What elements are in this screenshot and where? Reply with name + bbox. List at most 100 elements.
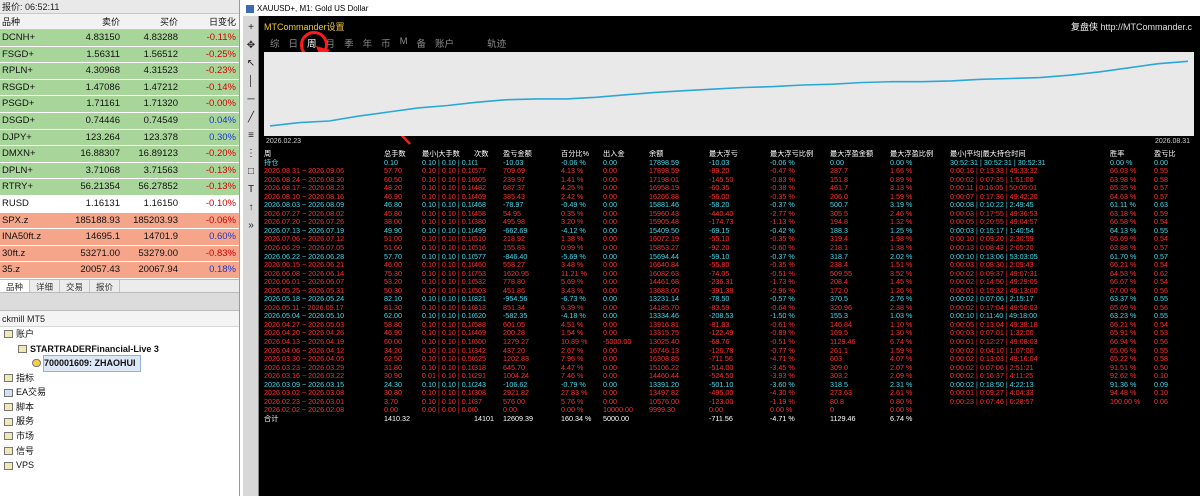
ask-price: 4.31523 <box>143 65 178 77</box>
text-icon[interactable]: T <box>245 184 257 196</box>
stats-cell: 5000.00 <box>603 414 629 423</box>
tab-ticks[interactable]: 报价 <box>90 279 121 292</box>
navigator-item-label: 服务 <box>16 416 35 427</box>
stats-cell: 0.00 <box>603 355 617 364</box>
chart-area[interactable]: MTCommander设置 复盘侠 http://MTCommander.c 综… <box>260 16 1200 496</box>
stats-cell: 最大浮亏 <box>709 150 738 158</box>
stats-cell: 94.48 % <box>1110 389 1137 398</box>
stats-cell: -145.50 <box>709 175 734 184</box>
market-watch-row[interactable]: DCNH+ 4.83150 4.83288 -0.11% <box>0 30 239 47</box>
stats-cell: 0.55 <box>1154 346 1168 355</box>
channel-icon[interactable]: ≡ <box>245 130 257 142</box>
stats-cell: 0.10 | 0.10 | 0.10 <box>422 278 474 287</box>
navigator-item[interactable]: 账户 <box>0 327 239 342</box>
market-watch-row[interactable]: 30ft.z 53271.00 53279.00 -0.83% <box>0 245 239 263</box>
stats-cell: 0.10 | 0.10 | 0.10 <box>422 338 474 347</box>
col-symbol[interactable]: 品种 <box>0 14 64 29</box>
daily-change: -0.13% <box>205 181 236 193</box>
stats-cell: 155.83 <box>503 244 525 253</box>
stats-cell: 57.70 <box>384 167 402 176</box>
col-change[interactable]: 日变化 <box>182 14 239 29</box>
stats-cell: 0.00 % <box>770 406 793 415</box>
market-watch-row[interactable]: FSGD+ 1.56311 1.56512 -0.25% <box>0 46 239 64</box>
stats-cell: 80.8 <box>830 397 844 406</box>
market-watch-row[interactable]: RUSD 1.16131 1.16150 -0.10% <box>0 195 239 213</box>
market-watch-row[interactable]: SPX.z 185188.93 185203.93 -0.06% <box>0 212 239 230</box>
stats-cell: 0.00 % <box>890 158 913 167</box>
tab-trading[interactable]: 交易 <box>60 279 91 292</box>
daily-change: -0.00% <box>205 98 236 110</box>
stats-cell: 0.57 <box>1154 252 1168 261</box>
stats-cell: -83.59 <box>709 303 730 312</box>
cursor-icon[interactable]: ↖ <box>245 58 257 70</box>
daily-change: -0.23% <box>205 65 236 77</box>
ask-price: 16.89123 <box>138 148 178 160</box>
tab-details[interactable]: 详细 <box>30 279 61 292</box>
stats-cell: 0.56 <box>1154 286 1168 295</box>
navigator-item[interactable]: 信号 <box>0 444 239 459</box>
navigator-item[interactable]: 700001609: ZHAOHUI <box>0 355 239 372</box>
arrow-icon[interactable]: ↑ <box>245 202 257 214</box>
stats-cell: 27.83 % <box>561 389 588 398</box>
market-watch-row[interactable]: RSGD+ 1.47086 1.47212 -0.14% <box>0 79 239 97</box>
col-ask[interactable]: 买价 <box>124 14 182 29</box>
stats-cell: 2026.03.02 ~ 2026.03.08 <box>264 389 345 398</box>
stats-cell: 1279.27 <box>503 338 529 347</box>
stats-cell: 2026.05.25 ~ 2026.05.31 <box>264 286 345 295</box>
market-watch-row[interactable]: DMXN+ 16.88307 16.89123 -0.20% <box>0 146 239 163</box>
stats-cell: 0.00 <box>603 372 617 381</box>
market-watch-row[interactable]: DSGD+ 0.74446 0.74549 0.04% <box>0 112 239 130</box>
stats-cell: 460 <box>474 261 486 270</box>
stats-cell: 1.26 % <box>890 286 913 295</box>
stats-cell: 0.10 | 0.10 | 0.10 <box>422 209 474 218</box>
stats-cell: 0:00:16 | 0:13:33 | 49:33:32 <box>950 167 1038 176</box>
navigator-item[interactable]: 市场 <box>0 429 239 444</box>
stats-row: 2026.04.13 ~ 2026.04.19 60.00 0.10 | 0.10 … <box>264 338 1194 347</box>
stats-cell: 10.89 % <box>561 338 588 347</box>
crosshair-icon[interactable]: + <box>245 22 257 34</box>
stats-row: 2026.08.17 ~ 2026.08.23 48.20 0.10 | 0.10 … <box>264 184 1194 193</box>
navigator-item[interactable]: STARTRADERFinancial-Live 3 <box>0 342 239 357</box>
stats-cell <box>649 415 709 424</box>
stats-cell: 2026.06.15 ~ 2026.06.21 <box>264 261 345 270</box>
market-watch-row[interactable]: DPLN+ 3.71068 3.71563 -0.13% <box>0 162 239 180</box>
stats-cell: -58.20 <box>709 201 730 210</box>
vertical-line-icon[interactable]: │ <box>245 76 257 88</box>
navigator-item[interactable]: 脚本 <box>0 400 239 415</box>
stats-cell: -0.06 % <box>770 158 795 167</box>
market-watch-row[interactable]: RPLN+ 4.30968 4.31523 -0.23% <box>0 63 239 80</box>
stats-cell: 0.00 <box>603 244 617 253</box>
tab-symbols[interactable]: 品种 <box>0 279 31 292</box>
stats-cell: 239.97 <box>503 175 525 184</box>
stats-cell: 318 <box>474 363 486 372</box>
horizontal-line-icon[interactable]: ─ <box>245 94 257 106</box>
market-watch-row[interactable]: 35.z 20057.43 20067.94 0.18% <box>0 262 239 279</box>
market-watch-row[interactable]: DJPY+ 123.264 123.378 0.30% <box>0 129 239 147</box>
navigator-item[interactable]: VPS <box>0 458 239 473</box>
stats-total-row: 合计 1410.32 14101 12609.39 160.34 % 5000.00 -71… <box>264 415 1194 424</box>
stats-cell: 172.0 <box>830 286 848 295</box>
navigator-item[interactable]: EA交易 <box>0 385 239 400</box>
stats-cell: -126.78 <box>709 346 734 355</box>
bid-price: 53271.00 <box>80 247 120 259</box>
stats-cell: -0.77 % <box>770 346 795 355</box>
stats-cell: -106.62 <box>503 380 528 389</box>
pan-icon[interactable]: ✥ <box>245 40 257 52</box>
more-icon[interactable]: » <box>245 220 257 232</box>
trendline-icon[interactable]: ╱ <box>245 112 257 124</box>
fibonacci-icon[interactable]: ⋮ <box>245 148 257 160</box>
market-watch-row[interactable]: RTRY+ 56.21354 56.27852 -0.13% <box>0 179 239 196</box>
symbol-name: DMXN+ <box>2 148 36 160</box>
stats-cell: 0:00:02 | 0:13:03 | 49:16:04 <box>950 355 1038 364</box>
navigator-item-label: EA交易 <box>16 387 47 398</box>
stats-cell: -846.40 <box>503 252 528 261</box>
navigator-title: ckmill MT5 <box>0 310 239 327</box>
bid-price: 20057.43 <box>80 264 120 276</box>
col-bid[interactable]: 卖价 <box>64 14 124 29</box>
market-watch-row[interactable]: PSGD+ 1.71161 1.71320 -0.00% <box>0 96 239 113</box>
navigator-item[interactable]: 指标 <box>0 371 239 386</box>
stats-cell: 0.00 <box>603 389 617 398</box>
market-watch-row[interactable]: INA50ft.z 14695.1 14701.9 0.60% <box>0 229 239 246</box>
shapes-icon[interactable]: □ <box>245 166 257 178</box>
navigator-item[interactable]: 服务 <box>0 414 239 429</box>
